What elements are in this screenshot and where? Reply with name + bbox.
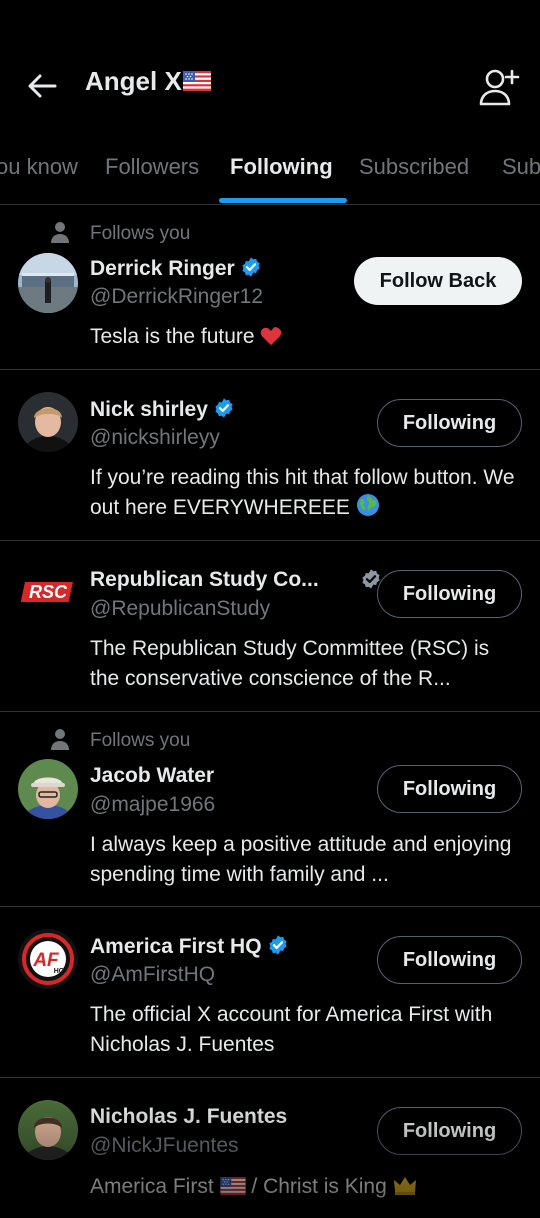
avatar[interactable]: AF HQ — [18, 929, 78, 989]
avatar[interactable] — [18, 1100, 78, 1160]
following-button[interactable]: Following — [377, 765, 522, 813]
list-item[interactable]: AF HQ America First HQ @AmFirstHQ The of… — [0, 907, 540, 1078]
crown-icon — [393, 1177, 416, 1195]
verified-badge-icon — [240, 256, 262, 278]
verified-badge-icon — [213, 397, 235, 419]
person-icon — [50, 728, 70, 750]
tab-following[interactable]: Following — [230, 154, 333, 180]
add-person-icon[interactable] — [478, 66, 522, 106]
user-handle[interactable]: @DerrickRinger12 — [90, 285, 263, 309]
tab-followers[interactable]: Followers — [105, 154, 199, 180]
user-bio: The official X account for America First… — [90, 1003, 493, 1056]
page-title: Angel X — [85, 66, 211, 97]
tab-followers-you-know[interactable]: ou know — [0, 154, 78, 180]
tab-subscriptions[interactable]: Sub — [502, 154, 540, 180]
list-item[interactable]: Follows you Derrick Ringer @DerrickRinge… — [0, 205, 540, 370]
user-name[interactable]: Nick shirley — [90, 397, 235, 422]
rsc-logo-text: RSC — [29, 582, 68, 602]
follows-you-label: Follows you — [90, 730, 191, 751]
verified-badge-icon — [267, 934, 289, 956]
globe-icon — [356, 494, 379, 516]
user-handle[interactable]: @majpe1966 — [90, 793, 215, 817]
user-name[interactable]: Nicholas J. Fuentes — [90, 1105, 287, 1129]
red-heart-icon — [261, 326, 282, 346]
top-bar: Angel X — [0, 0, 540, 150]
follows-you-label: Follows you — [90, 223, 191, 244]
list-item[interactable]: Nicholas J. Fuentes @NickJFuentes Americ… — [0, 1078, 540, 1218]
user-name[interactable]: Republican Study Co... — [90, 568, 319, 592]
af-logo-subtext: HQ — [54, 968, 65, 975]
avatar[interactable] — [18, 253, 78, 313]
user-handle[interactable]: @AmFirstHQ — [90, 963, 215, 987]
us-flag-icon — [183, 71, 211, 91]
user-name[interactable]: America First HQ — [90, 934, 289, 959]
following-button[interactable]: Following — [377, 399, 522, 447]
active-tab-indicator — [219, 198, 347, 203]
avatar[interactable] — [18, 392, 78, 452]
avatar[interactable] — [18, 759, 78, 819]
tab-subscribed[interactable]: Subscribed — [359, 154, 469, 180]
user-bio: I always keep a positive attitude and en… — [90, 833, 512, 886]
following-button[interactable]: Following — [377, 570, 522, 618]
list-item[interactable]: Follows you Jacob Water @majpe1966 I alw… — [0, 712, 540, 907]
us-flag-icon — [220, 1177, 246, 1195]
user-bio: The Republican Study Committee (RSC) is … — [90, 637, 490, 690]
arrow-left-icon[interactable] — [24, 68, 60, 104]
user-bio: America First / Christ is King — [90, 1172, 520, 1202]
profile-name: Angel X — [85, 66, 182, 96]
user-handle[interactable]: @NickJFuentes — [90, 1134, 239, 1158]
following-button[interactable]: Following — [377, 1107, 522, 1155]
user-handle[interactable]: @nickshirleyy — [90, 426, 220, 450]
user-bio: If you’re reading this hit that follow b… — [90, 466, 515, 519]
person-icon — [50, 221, 70, 243]
list-item[interactable]: Nick shirley @nickshirleyy If you’re rea… — [0, 370, 540, 541]
follow-back-button[interactable]: Follow Back — [354, 257, 522, 305]
user-handle[interactable]: @RepublicanStudy — [90, 597, 270, 621]
list-item[interactable]: RSC Republican Study Co... @RepublicanSt… — [0, 541, 540, 712]
user-name[interactable]: Jacob Water — [90, 764, 214, 788]
user-bio: Tesla is the future — [90, 322, 520, 352]
user-name[interactable]: Derrick Ringer — [90, 256, 262, 281]
profile-tabs: ou know Followers Following Subscribed S… — [0, 140, 540, 205]
following-button[interactable]: Following — [377, 936, 522, 984]
avatar[interactable]: RSC — [18, 563, 78, 623]
